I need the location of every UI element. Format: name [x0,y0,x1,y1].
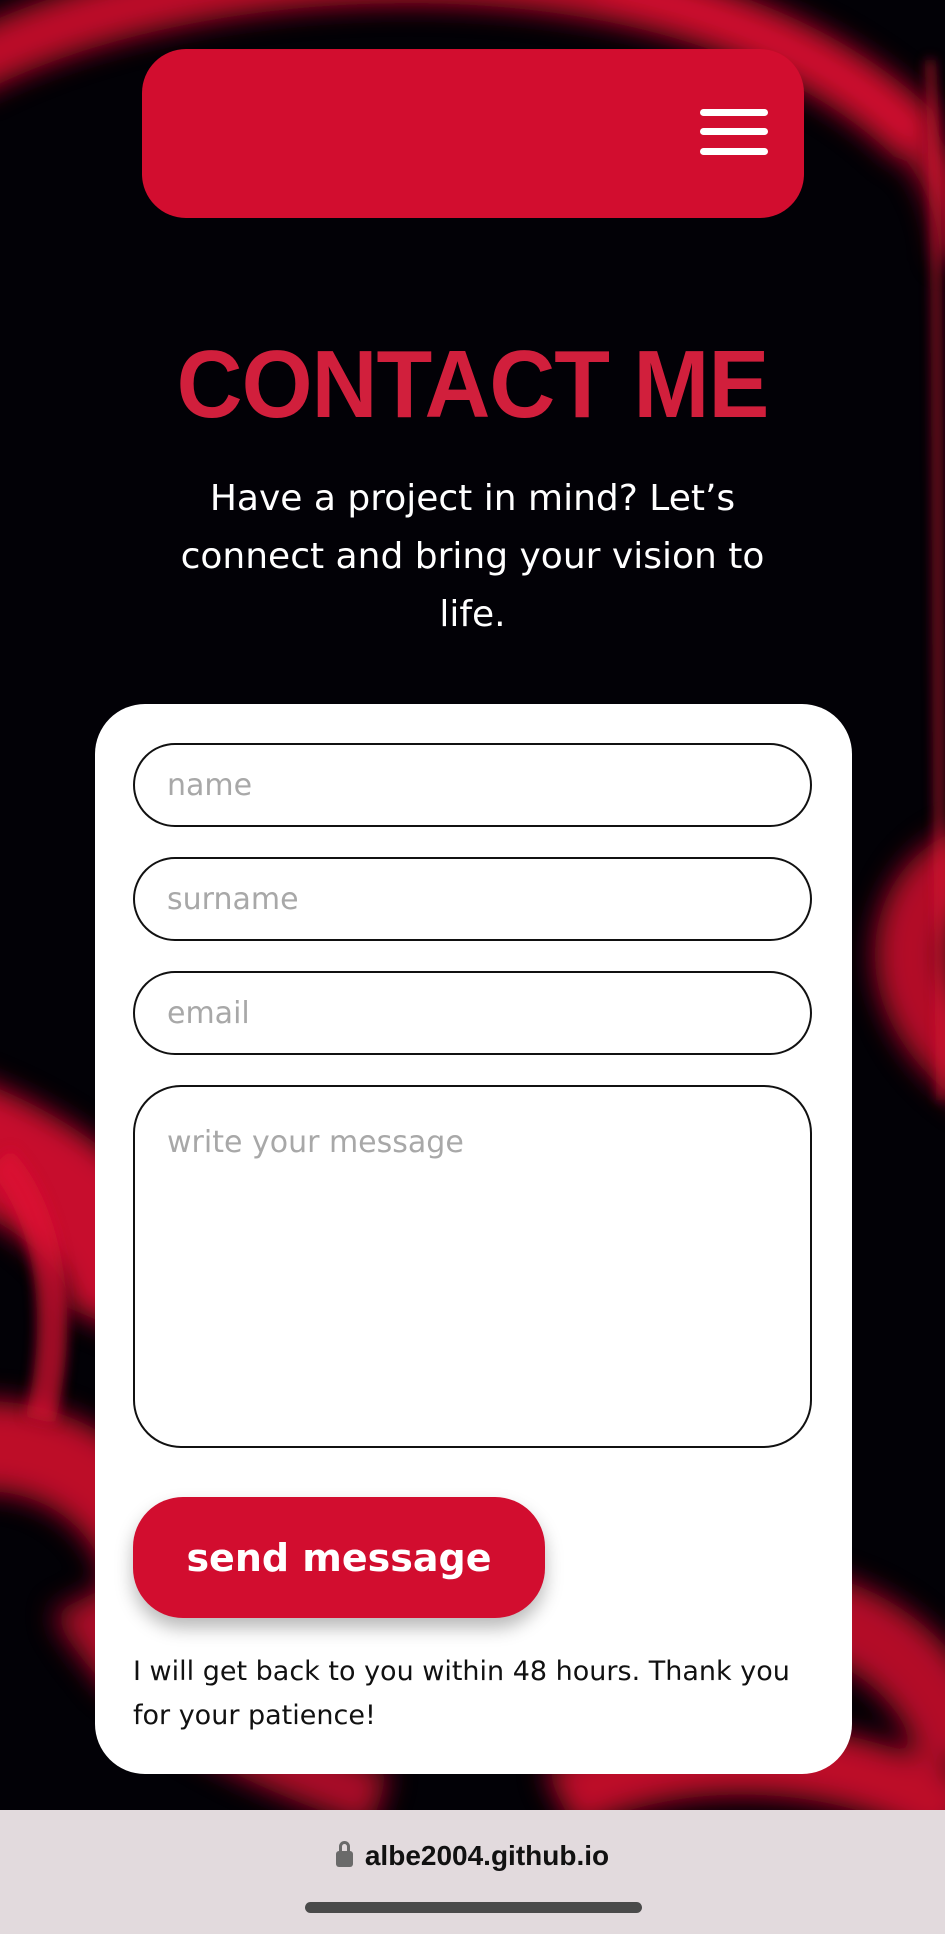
home-indicator[interactable] [305,1902,642,1913]
email-input[interactable] [133,971,812,1055]
url-text: albe2004.github.io [364,1840,610,1871]
message-textarea[interactable] [133,1085,812,1448]
page-subtitle: Have a project in mind? Let’s connect an… [180,478,765,635]
hamburger-menu-icon[interactable] [700,108,768,158]
lock-icon [335,1841,353,1867]
response-time-note: I will get back to you within 48 hours. … [133,1656,790,1731]
url-display[interactable]: albe2004.github.io [0,1836,945,1876]
menu-line [700,109,768,116]
page-title: CONTACT ME [176,331,770,438]
menu-line [700,148,768,155]
surname-input[interactable] [133,857,812,941]
menu-line [700,128,768,135]
name-input[interactable] [133,743,812,827]
send-message-button[interactable]: send message [133,1497,545,1618]
